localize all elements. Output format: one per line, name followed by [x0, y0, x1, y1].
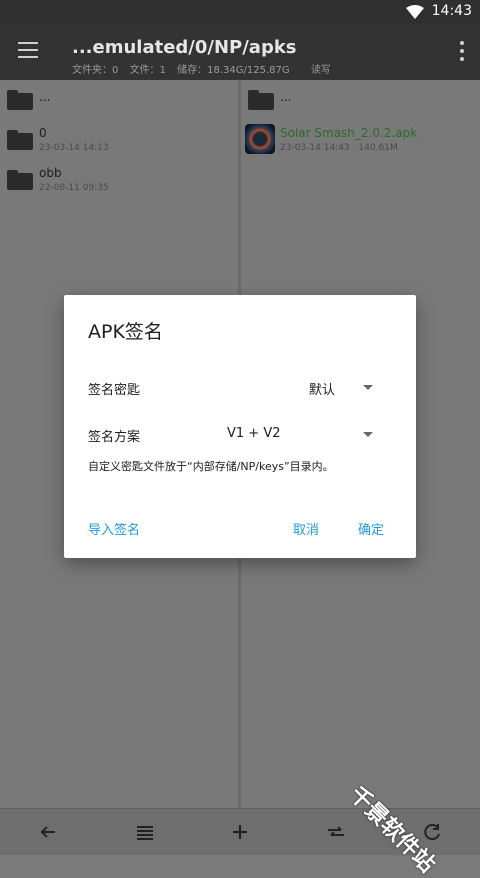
list-item[interactable]: 0 23-03-14 14:13: [0, 126, 238, 166]
apk-sign-dialog: APK签名 签名密匙 默认 签名方案 V1 + V2 自定义密匙文件放于“内部存…: [64, 295, 416, 558]
back-arrow-icon[interactable]: [37, 821, 59, 843]
folder-icon: [7, 90, 33, 110]
folder-count: 文件夹：0: [72, 65, 119, 76]
file-meta: 23-03-14 14:43 140.61M: [280, 143, 404, 153]
path-title: ...emulated/0/NP/apks: [72, 37, 297, 58]
parent-folder-row[interactable]: ...: [0, 86, 238, 126]
more-options-icon[interactable]: [460, 41, 464, 61]
folder-date: 23-03-14 14:13: [39, 143, 109, 153]
folder-icon: [7, 130, 33, 150]
status-bar: 14:43: [0, 0, 480, 24]
sign-key-value: 默认: [309, 383, 336, 398]
import-signature-button[interactable]: 导入签名: [88, 519, 140, 538]
status-time: 14:43: [431, 3, 472, 19]
folder-name: ...: [39, 90, 51, 104]
cancel-button[interactable]: 取消: [293, 519, 319, 538]
chevron-down-icon: [363, 385, 373, 390]
sign-key-label: 签名密匙: [88, 383, 141, 398]
folder-icon: [248, 90, 274, 110]
list-icon[interactable]: [134, 821, 156, 843]
menu-icon[interactable]: [18, 42, 38, 58]
sign-scheme-label: 签名方案: [88, 430, 141, 445]
folder-name: ...: [280, 90, 292, 104]
storage-usage: 储存：18.34G/125.87G: [177, 65, 290, 76]
file-size: 140.61M: [358, 143, 398, 153]
app-toolbar: ...emulated/0/NP/apks 文件夹：0 文件：1 储存：18.3…: [0, 24, 480, 80]
file-count: 文件：1: [129, 65, 166, 76]
add-icon[interactable]: [229, 821, 251, 843]
parent-folder-row[interactable]: ...: [241, 86, 480, 126]
swap-icon[interactable]: [325, 821, 347, 843]
dialog-title: APK签名: [88, 321, 163, 343]
file-date: 23-03-14 14:43: [280, 143, 350, 153]
list-item[interactable]: Solar Smash_2.0.2.apk 23-03-14 14:43 140…: [241, 124, 480, 164]
folder-date: 22-08-11 09:35: [39, 183, 109, 193]
path-stats: 文件夹：0 文件：1 储存：18.34G/125.87G 读写: [72, 61, 339, 76]
wifi-icon: [406, 5, 424, 19]
file-name: Solar Smash_2.0.2.apk: [280, 126, 418, 140]
folder-icon: [7, 170, 33, 190]
sign-scheme-value: V1 + V2: [227, 426, 281, 441]
chevron-down-icon: [363, 432, 373, 437]
folder-name: 0: [39, 126, 47, 140]
list-item[interactable]: obb 22-08-11 09:35: [0, 166, 238, 206]
dialog-note: 自定义密匙文件放于“内部存储/NP/keys”目录内。: [88, 460, 334, 473]
apk-app-icon: [245, 124, 275, 154]
access-mode: 读写: [310, 65, 331, 76]
folder-name: obb: [39, 166, 62, 180]
confirm-button[interactable]: 确定: [358, 519, 384, 538]
